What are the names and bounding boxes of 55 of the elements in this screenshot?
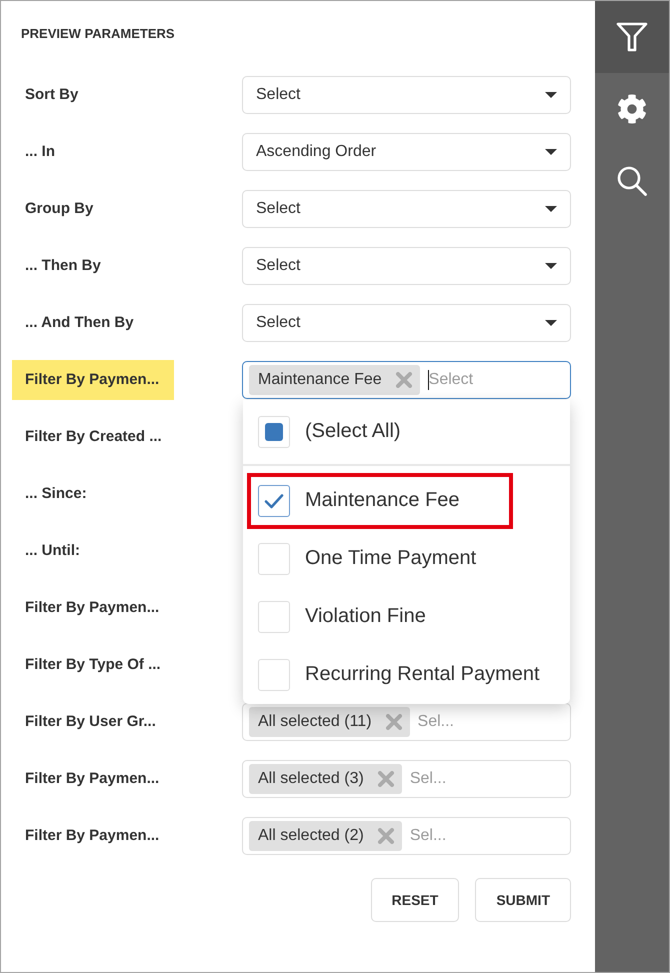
parameter-label: Filter By Paymen...	[25, 598, 160, 616]
multi-select-field[interactable]: All selected (2) Sel...	[242, 816, 571, 854]
placeholder-text: Sel...	[410, 826, 446, 844]
reset-button[interactable]: RESET	[370, 878, 460, 922]
placeholder-text: Select	[428, 370, 474, 388]
close-icon[interactable]	[386, 714, 402, 730]
option-label[interactable]: Maintenance Fee	[305, 489, 460, 512]
option-label[interactable]: (Select All)	[305, 420, 401, 443]
option-label[interactable]: One Time Payment	[305, 547, 476, 570]
parameter-label: ... Since:	[25, 484, 87, 502]
parameter-label: Filter By Paymen...	[25, 826, 160, 844]
parameter-label: ... And Then By	[25, 314, 134, 332]
close-icon[interactable]	[378, 828, 394, 844]
search-icon	[617, 166, 647, 196]
chip-label: All selected (2)	[258, 826, 364, 844]
close-icon[interactable]	[396, 372, 412, 388]
caret-icon	[545, 92, 557, 98]
chip-label: All selected (3)	[258, 770, 364, 788]
multi-select-field[interactable]: Maintenance Fee Select	[242, 360, 571, 398]
parameter-label: ... Until:	[25, 542, 80, 560]
select-field[interactable]: Select	[242, 246, 571, 284]
parameter-label: Filter By Paymen...	[12, 360, 174, 400]
panel-title: PREVIEW PARAMETERS	[21, 26, 175, 42]
settings-icon	[617, 94, 647, 124]
caret-icon	[545, 206, 557, 212]
parameter-label: Filter By User Gr...	[25, 712, 156, 730]
close-icon[interactable]	[378, 770, 394, 786]
option-label[interactable]: Recurring Rental Payment	[305, 663, 540, 686]
option-label[interactable]: Violation Fine	[305, 605, 426, 628]
parameter-label: Filter By Created ...	[25, 428, 162, 446]
checkmark-icon	[264, 492, 284, 508]
select-field[interactable]: Select	[242, 304, 571, 342]
parameter-label: Filter By Type Of ...	[25, 656, 161, 674]
multi-select-field[interactable]: All selected (11) Sel...	[242, 702, 571, 740]
placeholder-text: Sel...	[410, 770, 446, 788]
select-field[interactable]: Select	[242, 76, 571, 114]
filter-icon	[616, 22, 648, 52]
caret-icon	[545, 262, 557, 268]
sidebar-tab[interactable]	[595, 1, 669, 73]
chip-label: Maintenance Fee	[258, 370, 382, 388]
caret-icon	[545, 320, 557, 326]
parameter-label: Group By	[25, 200, 94, 218]
select-field[interactable]: Ascending Order	[242, 132, 571, 170]
select-field[interactable]: Select	[242, 190, 571, 228]
multi-select-field[interactable]: All selected (3) Sel...	[242, 760, 571, 798]
parameter-label: Filter By Paymen...	[25, 770, 160, 788]
chip-label: All selected (11)	[258, 712, 372, 730]
caret-icon	[545, 148, 557, 154]
submit-button[interactable]: SUBMIT	[475, 878, 571, 922]
parameter-label: Sort By	[25, 86, 78, 104]
text-cursor	[428, 370, 429, 390]
checkbox[interactable]	[258, 484, 290, 516]
parameter-label: ... Then By	[25, 256, 101, 274]
placeholder-text: Sel...	[418, 712, 454, 730]
parameter-label: ... In	[25, 142, 55, 160]
